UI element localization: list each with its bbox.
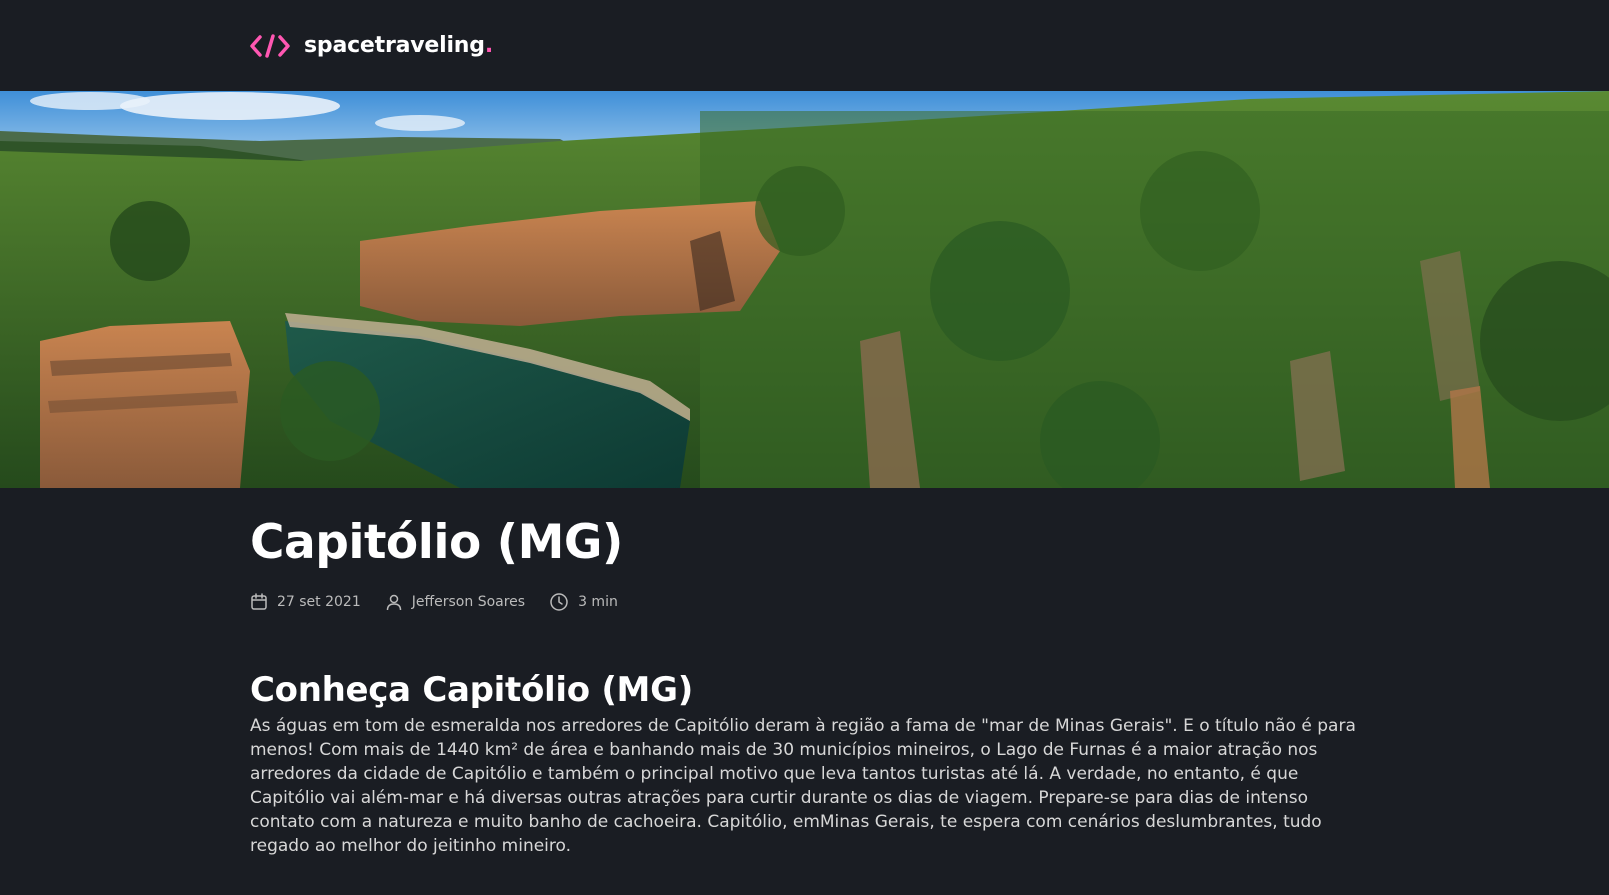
post-author: Jefferson Soares: [385, 593, 525, 611]
post-reading-time: 3 min: [549, 592, 618, 612]
post-title: Capitólio (MG): [250, 515, 623, 570]
post-date: 27 set 2021: [250, 593, 361, 611]
post-content: Capitólio (MG) 27 set 2021 Jefferson Soa…: [0, 514, 1370, 858]
calendar-icon: [250, 593, 268, 611]
post-reading-time-text: 3 min: [578, 594, 618, 610]
post-author-text: Jefferson Soares: [411, 594, 526, 610]
section-body: As águas em tom de esmeralda nos arredor…: [250, 716, 1356, 856]
post-date-text: 27 set 2021: [277, 594, 361, 610]
logo-link[interactable]: spacetraveling.: [250, 33, 493, 58]
site-header: spacetraveling.: [0, 0, 1609, 91]
logo-text: spacetraveling.: [304, 33, 493, 58]
clock-icon: [549, 592, 569, 612]
logo-dot: .: [484, 33, 493, 58]
code-brackets-icon: [250, 33, 290, 58]
post-banner-image: [0, 91, 1609, 488]
post-meta: 27 set 2021 Jefferson Soares 3 min: [250, 592, 1370, 612]
section-heading: Conheça Capitólio (MG): [250, 670, 693, 710]
user-icon: [385, 593, 403, 611]
